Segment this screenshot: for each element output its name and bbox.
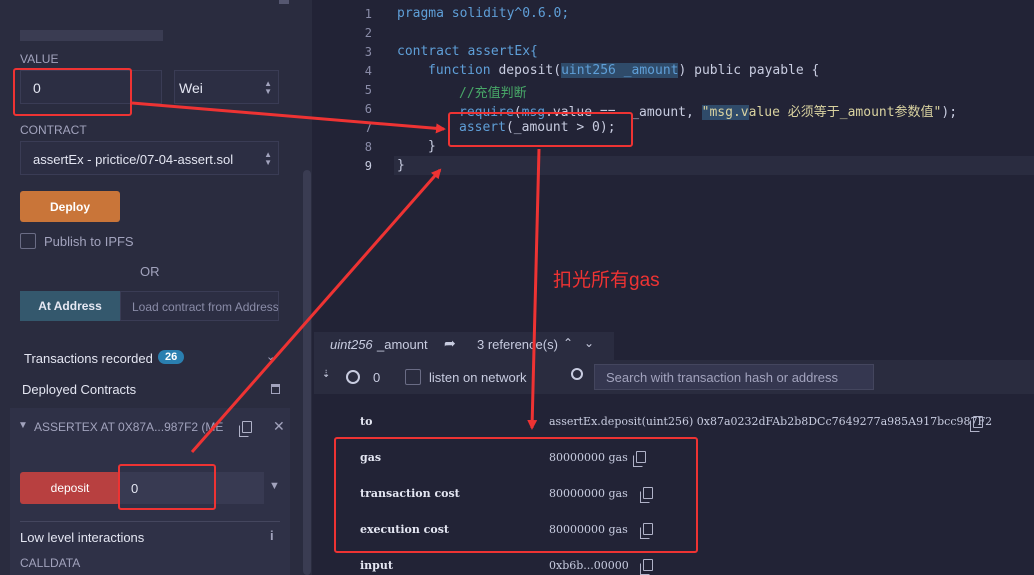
arrow-value-to-assert (131, 101, 446, 134)
annotation-arrows (131, 101, 541, 453)
arrow-assert-to-gas (527, 148, 541, 430)
arrow-deposit-to-code (190, 168, 442, 453)
